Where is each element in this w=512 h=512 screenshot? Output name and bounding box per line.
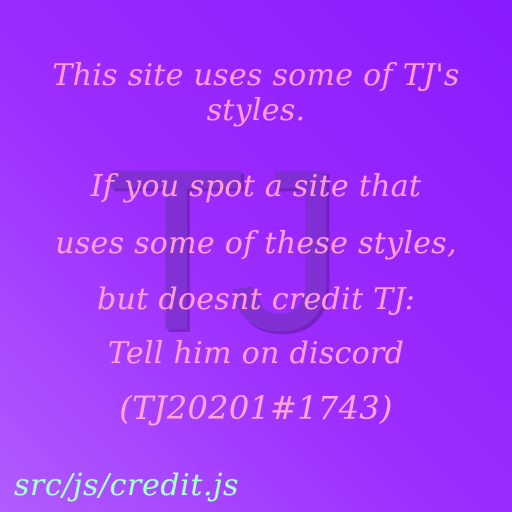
credit-script-link[interactable]: src/js/credit.js (14, 468, 239, 503)
message-line-3: but doesnt credit TJ: (97, 282, 415, 317)
intro-text: This site uses some of TJ's styles. (52, 58, 460, 128)
message-line-4: Tell him on discord (107, 336, 405, 371)
discord-handle: (TJ20201#1743) (119, 389, 393, 427)
message-line-1: If you spot a site that (90, 169, 422, 204)
message-line-2: uses some of these styles, (55, 226, 457, 261)
